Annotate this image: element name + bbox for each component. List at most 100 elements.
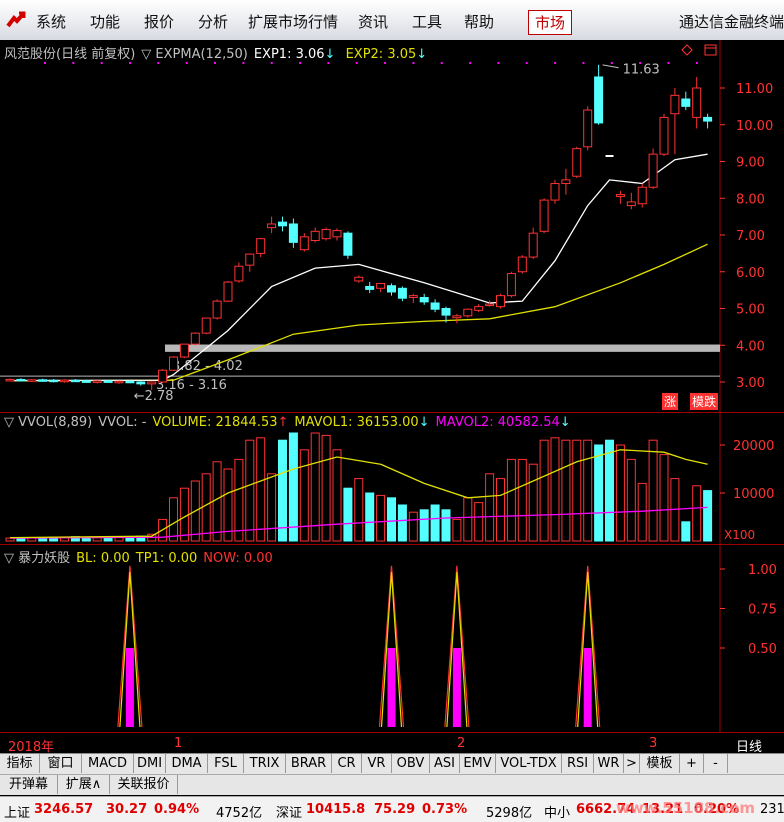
menu-function[interactable]: 功能 (90, 11, 120, 32)
price-chart[interactable]: 11.00 10.00 9.00 8.00 7.00 6.00 5.00 4.00 3.00 3.… (0, 40, 784, 412)
volume-bar-up (615, 444, 625, 542)
volume-bar-down (419, 509, 429, 542)
indicator-tab-15[interactable]: WR (594, 754, 624, 773)
volume-bar-down (430, 504, 440, 542)
marker-dot (157, 62, 160, 64)
high-label: 11.63 (623, 63, 660, 78)
stock-title: 风范股份(日线 前复权) (4, 47, 136, 62)
candle-down (430, 302, 440, 310)
price-tick-label: 8.00 (736, 192, 765, 207)
indicator-tab-12[interactable]: EMV (460, 754, 496, 773)
menu-bar: 系统 功能 报价 分析 扩展市场行情 资讯 工具 帮助 市场 通达信金融终端 (0, 0, 784, 41)
price-tick-label: 10.00 (736, 119, 773, 134)
candle-up (539, 199, 549, 232)
candle-up (92, 380, 102, 383)
menu-tools[interactable]: 工具 (412, 11, 442, 32)
indicator-tab-11[interactable]: ASI (430, 754, 460, 773)
volume-bar-up (572, 439, 582, 542)
up-badge[interactable]: 涨 (662, 393, 679, 410)
indicator-tab-1[interactable]: 窗口 (40, 754, 82, 773)
indicator-tab-7[interactable]: BRAR (286, 754, 332, 773)
marker-dot (129, 62, 132, 64)
menu-market[interactable]: 市场 (528, 10, 573, 35)
candle-up (267, 223, 277, 229)
volume-bar-down (397, 504, 407, 542)
indicator-tab-9[interactable]: VR (362, 754, 392, 773)
indicator-tab-18[interactable]: + (680, 754, 704, 773)
indicator-chart[interactable]: 1.00 0.75 0.50 (0, 545, 784, 733)
candle-up (190, 332, 200, 345)
candle-up (408, 295, 418, 298)
candle-down (594, 76, 604, 124)
maximize-icon[interactable] (704, 44, 717, 56)
indicator-tab-19[interactable]: - (704, 754, 728, 773)
menu-ext-market[interactable]: 扩展市场行情 (248, 11, 338, 32)
candle-up (179, 343, 189, 358)
price-tick-label: 7.00 (736, 229, 765, 244)
indicator-tab-17[interactable]: 模板 (640, 754, 680, 773)
volume-bar-down (594, 444, 604, 542)
menu-quote[interactable]: 报价 (144, 11, 174, 32)
candle-up (169, 356, 178, 371)
indicator-tab-3[interactable]: DMI (134, 754, 166, 773)
index-status-bar: 上证 3246.57 30.27 0.94% 4752亿 深证 10415.8 … (0, 796, 784, 822)
indicator-tab-5[interactable]: FSL (208, 754, 244, 773)
exp1-value: EXP1: 3.06 (253, 47, 325, 62)
marker-dot (185, 62, 188, 64)
price-tick-label: 6.00 (736, 266, 765, 281)
danmu-button[interactable]: 开弹幕 (0, 775, 58, 794)
volume-arrow: ↑ (277, 415, 289, 430)
volume-chart[interactable]: 20000 10000 X100 (0, 413, 784, 545)
volume-bar-up (648, 439, 658, 542)
expand-button[interactable]: 扩展∧ (58, 775, 110, 794)
exp2-arrow: ↓ (416, 47, 428, 62)
indicator-tab-6[interactable]: TRIX (244, 754, 286, 773)
candle-up (354, 276, 364, 282)
indicator-tab-2[interactable]: MACD (82, 754, 134, 773)
volume-panel[interactable]: 20000 10000 X100 ▽ VVOL(8,89) VVOL: - VOLUME… (0, 412, 784, 545)
volume-bar-up (179, 487, 189, 542)
menu-analysis[interactable]: 分析 (198, 11, 228, 32)
exp2-value: EXP2: 3.05 (345, 47, 417, 62)
tdx-logo-icon (6, 11, 26, 28)
menu-help[interactable]: 帮助 (464, 11, 494, 32)
price-legend: 风范股份(日线 前复权) ▽ EXPMA(12,50) EXP1: 3.06↓ EX… (4, 43, 433, 62)
candle-up (583, 109, 593, 148)
marker-dot (469, 62, 472, 64)
diamond-icon[interactable] (681, 44, 693, 56)
candle-up (517, 256, 527, 273)
sh-index-amount: 4752亿 (216, 806, 263, 821)
band1-label: 3.82 - 4.02 (172, 359, 243, 374)
volume-bar-down (387, 497, 396, 542)
watermark: www.55188.com (616, 799, 756, 817)
marker-dot (270, 62, 273, 64)
menu-news[interactable]: 资讯 (358, 11, 388, 32)
indicator-tab-0[interactable]: 指标 (0, 754, 40, 773)
marker-dot (667, 62, 670, 64)
marker-dot (412, 62, 415, 64)
volume-bar-up (201, 473, 211, 542)
volume-bar-up (332, 449, 342, 542)
indicator-tick-label: 0.50 (748, 642, 777, 657)
sz-index-name[interactable]: 深证 (276, 802, 302, 821)
indicator-tab-10[interactable]: OBV (392, 754, 430, 773)
indicator-panel[interactable]: 1.00 0.75 0.50 ▽ 暴力妖股 BL: 0.00 TP1: 0.00 NOW:… (0, 544, 784, 733)
panel-controls[interactable] (680, 44, 720, 58)
indicator-tab-14[interactable]: RSI (562, 754, 594, 773)
related-quote-button[interactable]: 关联报价 (110, 775, 178, 794)
indicator-tab-8[interactable]: CR (332, 754, 362, 773)
price-panel[interactable]: 11.00 10.00 9.00 8.00 7.00 6.00 5.00 4.00 3.00 3.… (0, 40, 784, 412)
menu-system[interactable]: 系统 (36, 11, 66, 32)
candle-down (288, 223, 298, 243)
indicator-tab-13[interactable]: VOL-TDX (496, 754, 562, 773)
volume-bar-up (539, 439, 549, 542)
candle-down (16, 378, 26, 382)
down-badge[interactable]: 模跌 (690, 393, 719, 410)
indicator-tab-4[interactable]: DMA (166, 754, 208, 773)
sz-index-pct: 0.73% (422, 802, 468, 817)
indicator-tick-label: 1.00 (748, 563, 777, 578)
sme-index-name[interactable]: 中小 (544, 802, 570, 821)
sh-index-name[interactable]: 上证 (4, 802, 30, 821)
candle-up (670, 94, 680, 115)
indicator-tab-16[interactable]: > (624, 754, 640, 773)
